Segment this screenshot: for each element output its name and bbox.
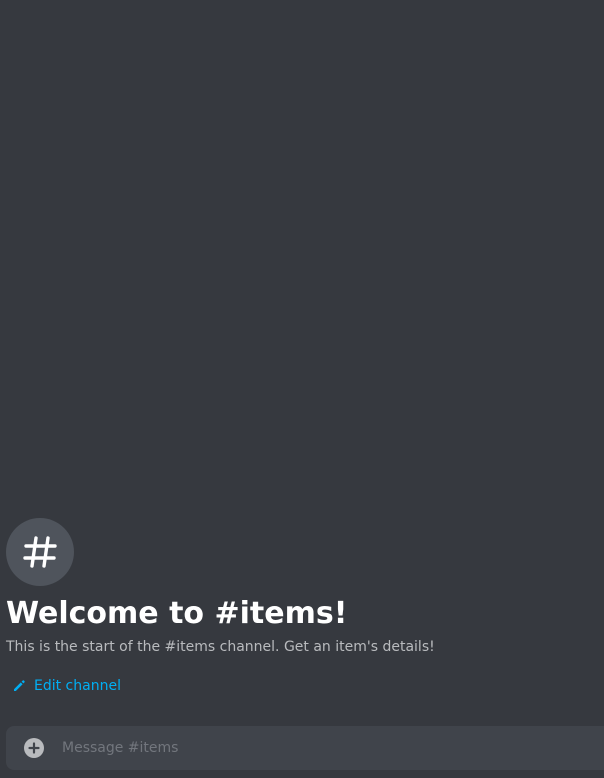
edit-channel-link[interactable]: Edit channel: [12, 676, 121, 696]
pencil-icon: [14, 680, 25, 691]
hash-icon: [23, 536, 57, 568]
welcome-title: Welcome to #items!: [6, 596, 348, 631]
message-input[interactable]: [62, 726, 604, 770]
add-circle-icon: [28, 742, 40, 754]
add-attachment-button[interactable]: [24, 738, 44, 758]
welcome-description: This is the start of the #items channel.…: [6, 639, 435, 655]
message-composer: [6, 726, 604, 770]
edit-channel-label: Edit channel: [34, 678, 121, 694]
channel-welcome: Welcome to #items! This is the start of …: [6, 518, 596, 656]
chat-view: Welcome to #items! This is the start of …: [0, 0, 604, 778]
channel-avatar: [6, 518, 74, 586]
